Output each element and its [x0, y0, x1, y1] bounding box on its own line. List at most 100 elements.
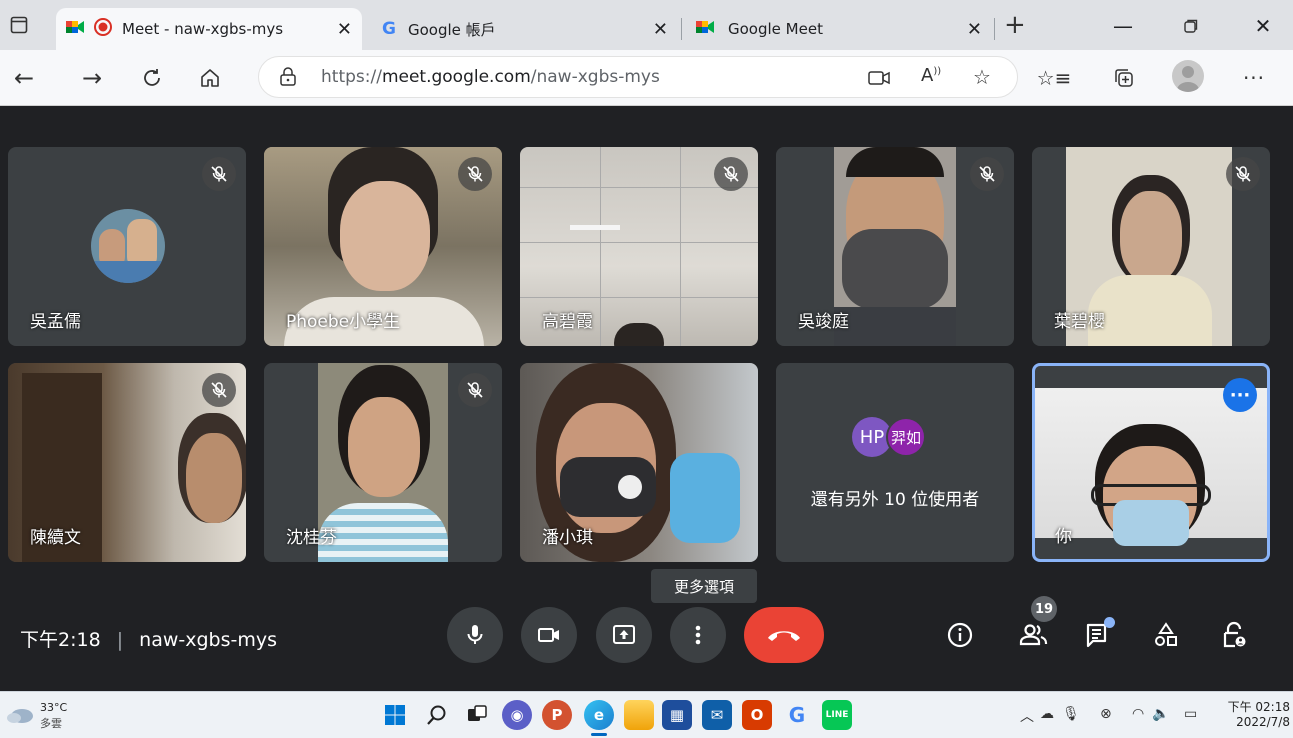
participant-tile[interactable]: 吳竣庭 [776, 147, 1014, 346]
home-icon[interactable] [192, 60, 228, 96]
windows-taskbar: 33°C 多雲 ◉ P e ▦ ✉ O G LINE ︿ ☁ 🎙 ⊗ ◠ 🔈 ▭… [0, 691, 1293, 738]
end-call-icon [768, 631, 800, 641]
favorites-icon[interactable]: ☆≡ [1036, 60, 1072, 96]
camera-button[interactable] [521, 607, 577, 663]
refresh-icon[interactable] [134, 60, 170, 96]
more-options-button[interactable] [670, 607, 726, 663]
mic-muted-icon [202, 373, 236, 407]
weather-widget[interactable]: 33°C 多雲 [6, 700, 96, 732]
new-tab-icon[interactable]: + [1004, 12, 1026, 38]
mail-icon[interactable]: ✉ [702, 700, 732, 730]
address-bar[interactable]: https://meet.google.com/naw-xgbs-mys A))… [258, 56, 1018, 98]
start-windows-icon[interactable] [380, 700, 410, 730]
self-more-options-button[interactable]: ··· [1223, 378, 1257, 412]
tab-divider [994, 18, 995, 40]
participant-name: 你 [1055, 527, 1072, 547]
microphone-tray-icon[interactable]: 🎙 [1062, 706, 1080, 722]
forward-icon[interactable]: → [74, 60, 110, 96]
tab-meet[interactable]: Meet - naw-xgbs-mys ✕ [56, 8, 362, 50]
more-vert-icon [695, 625, 701, 645]
participant-avatar [91, 209, 165, 283]
participant-tile[interactable]: 沈桂芬 [264, 363, 502, 562]
file-explorer-icon[interactable] [624, 700, 654, 730]
chat-button[interactable] [1076, 613, 1120, 657]
tab-google-meet[interactable]: Google Meet ✕ [686, 8, 992, 50]
microphone-button[interactable] [447, 607, 503, 663]
back-icon[interactable]: ← [6, 60, 42, 96]
meet-tray-icon[interactable]: ⊗ [1100, 706, 1112, 722]
line-app-icon[interactable]: LINE [822, 700, 852, 730]
profile-avatar[interactable] [1172, 60, 1204, 92]
participant-name: 潘小琪 [542, 528, 593, 548]
powerpoint-icon[interactable]: P [542, 700, 572, 730]
read-aloud-icon[interactable]: A)) [921, 65, 941, 86]
recording-icon [94, 18, 112, 40]
info-icon [947, 622, 973, 648]
restore-icon[interactable] [1168, 8, 1214, 44]
others-tile[interactable]: HP 羿如 還有另外 10 位使用者 [776, 363, 1014, 562]
edge-browser-icon[interactable]: e [584, 700, 614, 730]
taskbar-clock[interactable]: 下午 02:18 2022/7/8 [1210, 698, 1290, 729]
cloudy-weather-icon [7, 709, 33, 723]
collections-icon[interactable] [1106, 60, 1142, 96]
camera-icon [538, 628, 559, 642]
self-tile[interactable]: ··· 你 [1032, 363, 1270, 562]
meet-favicon-icon [66, 19, 86, 39]
meet-stage: 吳孟儒 Phoebe小學生 高碧霞 吳竣庭 葉碧櫻 陳續文 沈桂芬 潘小琪 HP… [0, 107, 1293, 691]
others-avatar: 羿如 [886, 417, 926, 457]
leave-call-button[interactable] [744, 607, 824, 663]
participant-tile[interactable]: 陳續文 [8, 363, 246, 562]
task-view-icon[interactable] [462, 700, 492, 730]
site-info-lock-icon[interactable] [279, 67, 297, 91]
present-screen-button[interactable] [596, 607, 652, 663]
close-tab-icon[interactable]: ✕ [653, 19, 668, 40]
teams-chat-icon[interactable]: ◉ [502, 700, 532, 730]
tab-google-account[interactable]: G Google 帳戶 ✕ [372, 8, 678, 50]
minimize-icon[interactable]: — [1100, 8, 1146, 44]
host-controls-button[interactable] [1212, 613, 1256, 657]
weather-condition: 多雲 [40, 717, 62, 730]
participant-name: 葉碧櫻 [1054, 312, 1105, 332]
add-favorite-icon[interactable]: ☆ [973, 65, 991, 89]
google-favicon-icon: G [382, 19, 396, 39]
meeting-code[interactable]: naw-xgbs-mys [139, 629, 277, 651]
battery-icon[interactable]: ▭ [1184, 706, 1197, 722]
office-icon[interactable]: O [742, 700, 772, 730]
activities-button[interactable] [1144, 613, 1188, 657]
volume-icon[interactable]: 🔈 [1152, 706, 1169, 722]
participant-tile[interactable]: Phoebe小學生 [264, 147, 502, 346]
people-icon [1019, 624, 1048, 646]
more-options-tooltip: 更多選項 [651, 569, 757, 603]
search-icon[interactable] [422, 700, 452, 730]
meeting-details-button[interactable] [938, 613, 982, 657]
participant-tile[interactable]: 吳孟儒 [8, 147, 246, 346]
participant-name: 吳竣庭 [798, 312, 849, 332]
close-window-icon[interactable]: ✕ [1240, 8, 1286, 44]
activities-icon [1155, 622, 1177, 646]
onedrive-cloud-icon[interactable]: ☁ [1040, 706, 1054, 722]
others-count-label: 還有另外 10 位使用者 [810, 490, 980, 510]
google-chrome-app-icon[interactable]: G [782, 700, 812, 730]
wifi-icon[interactable]: ◠ [1132, 706, 1144, 722]
close-tab-icon[interactable]: ✕ [337, 19, 352, 40]
settings-more-icon[interactable]: ··· [1236, 60, 1272, 96]
url-text: https://meet.google.com/naw-xgbs-mys [321, 67, 660, 87]
tab-actions-icon[interactable] [6, 12, 32, 38]
participant-name: 吳孟儒 [30, 312, 81, 332]
microsoft-store-icon[interactable]: ▦ [662, 700, 692, 730]
show-hidden-icons-icon[interactable]: ︿ [1020, 706, 1034, 726]
close-tab-icon[interactable]: ✕ [967, 19, 982, 40]
camera-permission-icon[interactable] [867, 68, 891, 92]
tab-title: Meet - naw-xgbs-mys [122, 20, 284, 38]
present-icon [613, 625, 635, 644]
mic-muted-icon [202, 157, 236, 191]
mic-muted-icon [458, 157, 492, 191]
participant-tile[interactable]: 葉碧櫻 [1032, 147, 1270, 346]
browser-tab-bar: Meet - naw-xgbs-mys ✕ G Google 帳戶 ✕ Goog… [0, 0, 1293, 50]
participant-name: 高碧霞 [542, 312, 593, 332]
tab-title: Google 帳戶 [407, 20, 496, 39]
participant-tile[interactable]: 潘小琪 [520, 363, 758, 562]
meeting-info: 下午2:18 | naw-xgbs-mys [20, 625, 277, 652]
participant-tile[interactable]: 高碧霞 [520, 147, 758, 346]
active-app-indicator [591, 733, 607, 736]
